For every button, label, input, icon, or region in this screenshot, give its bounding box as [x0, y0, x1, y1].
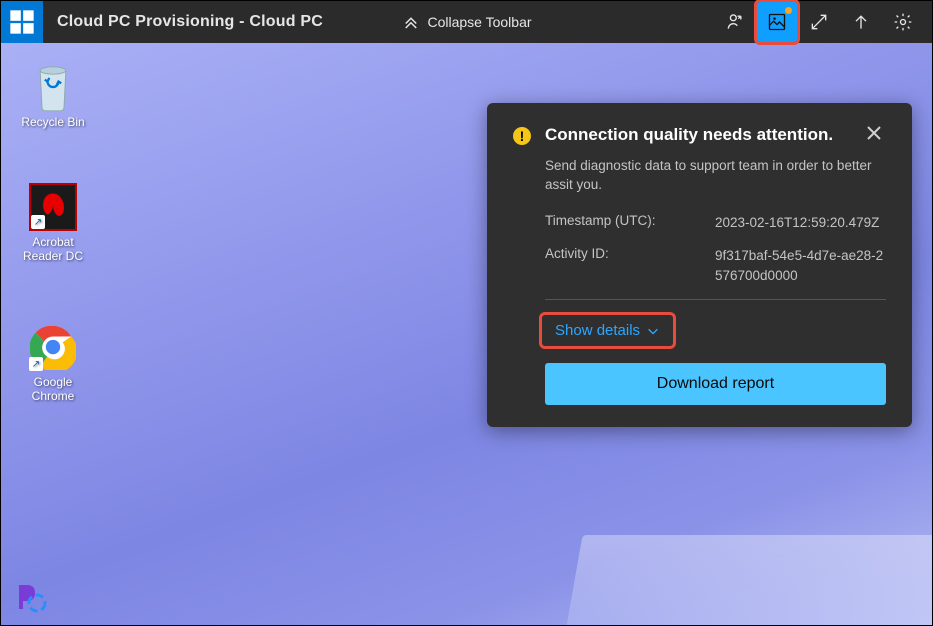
- timestamp-label: Timestamp (UTC):: [545, 213, 715, 233]
- timestamp-value: 2023-02-16T12:59:20.479Z: [715, 213, 886, 233]
- arrow-up-icon: [851, 12, 871, 32]
- show-details-label: Show details: [555, 322, 640, 339]
- close-button[interactable]: [866, 125, 886, 145]
- acrobat-label: Acrobat Reader DC: [13, 235, 93, 264]
- chrome-label: Google Chrome: [13, 375, 93, 404]
- google-chrome-icon[interactable]: ↗ Google Chrome: [13, 323, 93, 404]
- collapse-label: Collapse Toolbar: [427, 14, 531, 30]
- connection-quality-button[interactable]: [756, 1, 798, 43]
- connection-quality-panel: ! Connection quality needs attention. Se…: [487, 103, 912, 427]
- recycle-bin-label: Recycle Bin: [13, 115, 93, 129]
- chevron-double-up-icon: [401, 13, 419, 31]
- toolbar: Cloud PC Provisioning - Cloud PC Collaps…: [1, 1, 932, 43]
- show-details-button[interactable]: Show details: [545, 316, 670, 345]
- fullscreen-button[interactable]: [798, 1, 840, 43]
- expand-icon: [809, 12, 829, 32]
- download-report-button[interactable]: Download report: [545, 363, 886, 405]
- window-title: Cloud PC Provisioning - Cloud PC: [43, 13, 323, 31]
- user-button[interactable]: [714, 1, 756, 43]
- activity-id-label: Activity ID:: [545, 246, 715, 285]
- activity-id-value: 9f317baf-54e5-4d7e-ae28-2576700d0000: [715, 246, 886, 285]
- panel-description: Send diagnostic data to support team in …: [545, 157, 886, 195]
- chevron-down-icon: [646, 324, 660, 338]
- desktop-area[interactable]: Recycle Bin ↗ Acrobat Reader DC ↗ Google…: [1, 43, 932, 625]
- acrobat-reader-icon[interactable]: ↗ Acrobat Reader DC: [13, 183, 93, 264]
- recycle-bin-icon[interactable]: Recycle Bin: [13, 63, 93, 129]
- notification-dot-icon: [785, 7, 792, 14]
- trash-icon: [31, 61, 75, 113]
- gear-icon: [893, 12, 913, 32]
- upload-button[interactable]: [840, 1, 882, 43]
- watermark-icon: [13, 579, 49, 615]
- collapse-toolbar-button[interactable]: Collapse Toolbar: [401, 13, 531, 31]
- picture-icon: [767, 12, 787, 32]
- settings-button[interactable]: [882, 1, 924, 43]
- divider: [545, 299, 886, 300]
- user-hand-icon: [725, 12, 745, 32]
- warning-icon: !: [513, 127, 531, 145]
- close-icon: [866, 125, 882, 141]
- download-label: Download report: [657, 375, 774, 392]
- app-icon[interactable]: [1, 1, 43, 43]
- panel-title: Connection quality needs attention.: [545, 125, 852, 145]
- shortcut-arrow-icon: ↗: [29, 357, 43, 371]
- shortcut-arrow-icon: ↗: [31, 215, 45, 229]
- windows-icon: [8, 8, 36, 36]
